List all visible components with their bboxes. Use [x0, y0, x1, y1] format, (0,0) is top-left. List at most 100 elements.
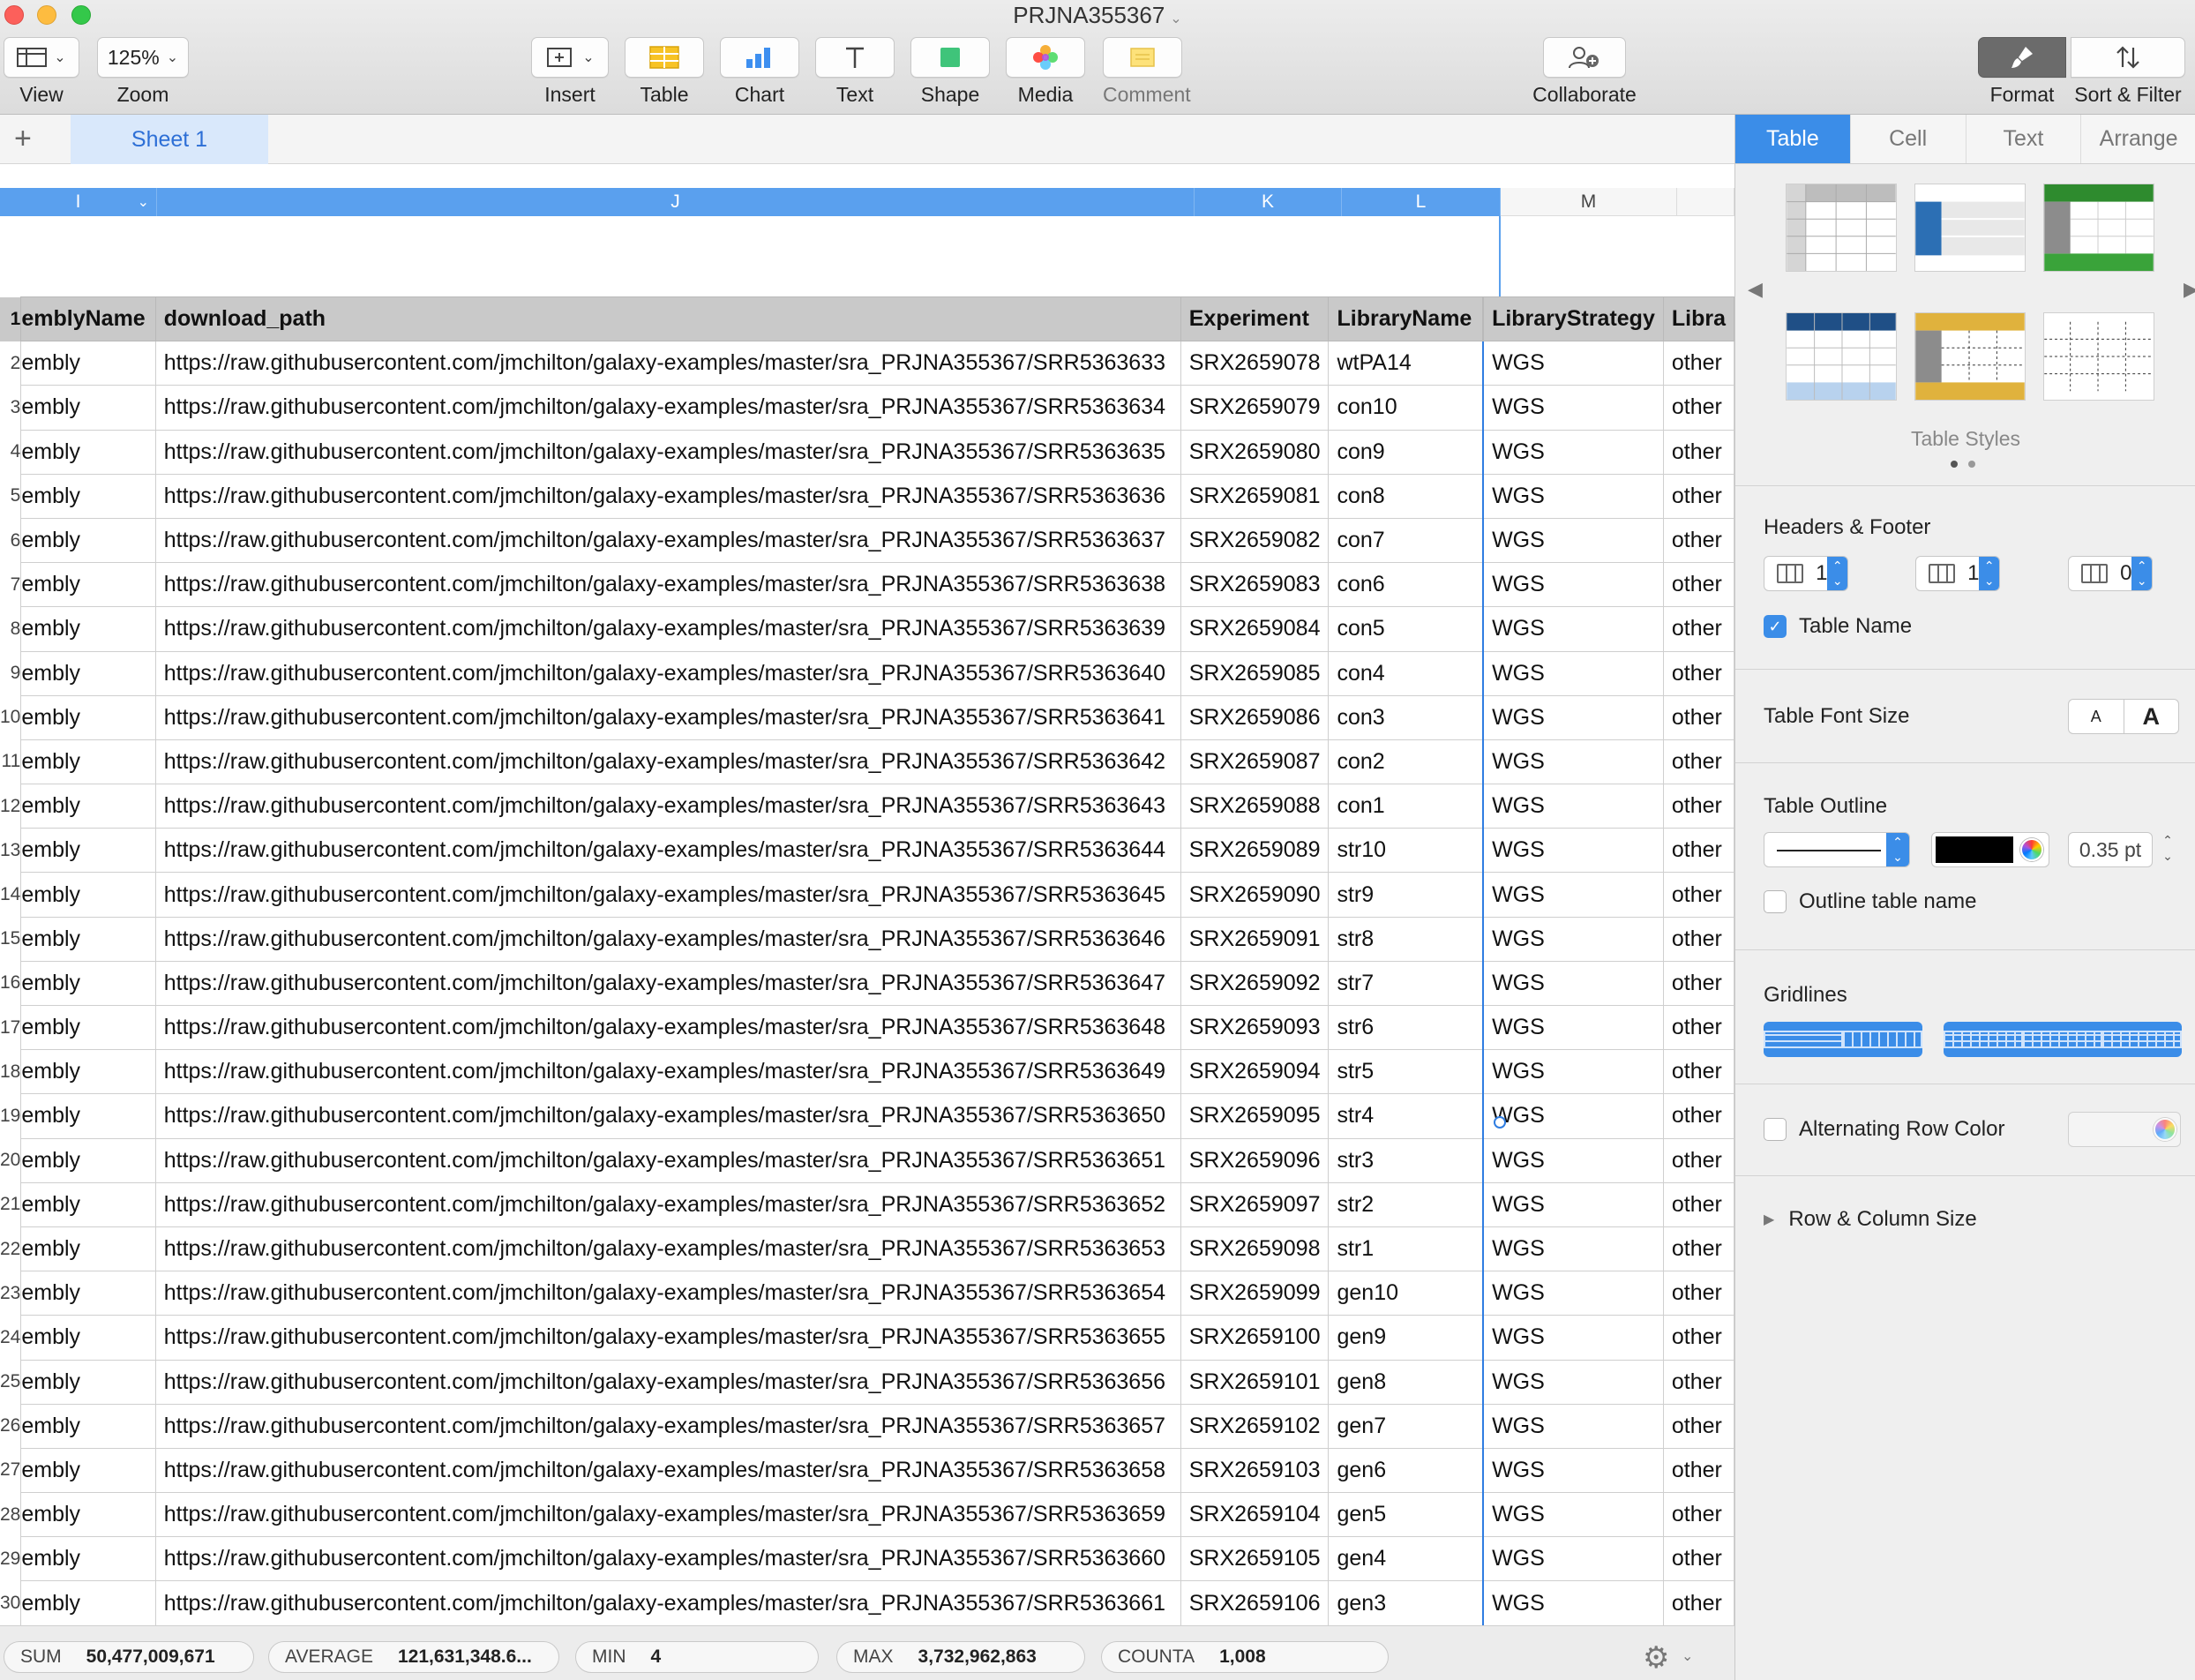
header-row-gridlines-button[interactable]	[1944, 1022, 2023, 1057]
cell-librarystrategy[interactable]: WGS	[1482, 1580, 1664, 1625]
cell-experiment[interactable]: SRX2659102	[1180, 1403, 1330, 1449]
cell-librarystrategy[interactable]: WGS	[1482, 606, 1664, 652]
zoom-menu[interactable]: 125% ⌄ Zoom	[97, 37, 189, 107]
cell-assemblyname[interactable]: embly	[20, 1492, 156, 1538]
column-header-n[interactable]	[1677, 188, 1734, 216]
cell-assemblyname[interactable]: embly	[20, 1226, 156, 1272]
stat-max[interactable]: MAX 3,732,962,863	[836, 1641, 1085, 1673]
table-style-navy[interactable]	[1786, 312, 1897, 401]
cell-download-path[interactable]: https://raw.githubusercontent.com/jmchil…	[154, 1359, 1181, 1405]
cell-download-path[interactable]: https://raw.githubusercontent.com/jmchil…	[154, 562, 1181, 608]
row-number[interactable]: 21	[0, 1182, 21, 1227]
text-tool[interactable]: Text	[815, 37, 895, 107]
sort-filter-button[interactable]	[2071, 37, 2185, 78]
cell-librarysource[interactable]: other	[1662, 1492, 1734, 1538]
cell-libraryname[interactable]: str7	[1328, 960, 1484, 1007]
cell-librarysource[interactable]: other	[1662, 429, 1734, 475]
cell-assemblyname[interactable]: embly	[20, 429, 156, 475]
cell-libraryname[interactable]: con9	[1328, 429, 1484, 475]
cell-librarystrategy[interactable]: WGS	[1482, 960, 1664, 1007]
format-tool[interactable]: Format	[1976, 37, 2068, 107]
outline-color-well[interactable]	[1931, 832, 2049, 867]
cell-libraryname[interactable]: str2	[1328, 1181, 1484, 1227]
media-tool[interactable]: Media	[1006, 37, 1085, 107]
header-cell-experiment[interactable]: Experiment	[1180, 296, 1330, 342]
table-tool[interactable]: Table	[625, 37, 704, 107]
decrease-font-button[interactable]: A	[2069, 700, 2124, 733]
cell-libraryname[interactable]: str9	[1328, 872, 1484, 918]
alternating-row-toggle[interactable]: Alternating Row Color	[1764, 1117, 2004, 1142]
cell-download-path[interactable]: https://raw.githubusercontent.com/jmchil…	[154, 694, 1181, 740]
cell-librarystrategy[interactable]: WGS	[1482, 1536, 1664, 1582]
cell-assemblyname[interactable]: embly	[20, 1447, 156, 1494]
cell-librarystrategy[interactable]: WGS	[1482, 341, 1664, 386]
cell-libraryname[interactable]: con7	[1328, 517, 1484, 564]
outline-name-checkbox[interactable]	[1764, 890, 1787, 913]
cell-librarystrategy[interactable]: WGS	[1482, 1447, 1664, 1494]
header-columns-stepper[interactable]: 1 ⌃ ⌄	[1915, 556, 2000, 591]
cell-librarysource[interactable]: other	[1662, 916, 1734, 962]
table-style-plain[interactable]	[2043, 312, 2154, 401]
row-number[interactable]: 14	[0, 872, 21, 918]
row-number[interactable]: 27	[0, 1448, 21, 1493]
cell-librarystrategy[interactable]: WGS	[1482, 562, 1664, 608]
cell-assemblyname[interactable]: embly	[20, 872, 156, 918]
chevron-down-icon[interactable]: ⌄	[138, 193, 149, 211]
comment-tool[interactable]: Comment	[1103, 37, 1191, 107]
format-button[interactable]	[1978, 37, 2066, 78]
stat-counta[interactable]: COUNTA 1,008	[1101, 1641, 1389, 1673]
row-number[interactable]: 17	[0, 1005, 21, 1050]
gear-icon[interactable]: ⚙	[1643, 1640, 1669, 1676]
spreadsheet-canvas[interactable]: I ⌄ J K L M 1 emblyName download_path Ex…	[0, 164, 1734, 1625]
cell-download-path[interactable]: https://raw.githubusercontent.com/jmchil…	[154, 1447, 1181, 1494]
cell-librarysource[interactable]: other	[1662, 1580, 1734, 1625]
tab-table[interactable]: Table	[1735, 115, 1851, 163]
row-number[interactable]: 13	[0, 828, 21, 873]
header-rows-stepper[interactable]: 1 ⌃ ⌄	[1764, 556, 1848, 591]
cell-librarysource[interactable]: other	[1662, 1049, 1734, 1095]
shape-button[interactable]	[910, 37, 990, 78]
cell-librarysource[interactable]: other	[1662, 1226, 1734, 1272]
cell-assemblyname[interactable]: embly	[20, 1580, 156, 1625]
table-name-checkbox[interactable]: ✓	[1764, 615, 1787, 638]
cell-librarystrategy[interactable]: WGS	[1482, 1093, 1664, 1139]
cell-experiment[interactable]: SRX2659086	[1180, 694, 1330, 740]
row-number[interactable]: 28	[0, 1492, 21, 1537]
cell-librarystrategy[interactable]: WGS	[1482, 473, 1664, 519]
page-dot[interactable]	[1968, 461, 1975, 468]
row-number[interactable]: 16	[0, 961, 21, 1006]
column-header-i[interactable]: I ⌄	[0, 188, 157, 216]
cell-assemblyname[interactable]: embly	[20, 341, 156, 386]
cell-assemblyname[interactable]: embly	[20, 960, 156, 1007]
sheet-tab-active[interactable]: Sheet 1	[71, 115, 268, 164]
cell-librarystrategy[interactable]: WGS	[1482, 1271, 1664, 1316]
cell-assemblyname[interactable]: embly	[20, 1004, 156, 1051]
cell-download-path[interactable]: https://raw.githubusercontent.com/jmchil…	[154, 739, 1181, 785]
cell-assemblyname[interactable]: embly	[20, 1271, 156, 1316]
outline-color-swatch[interactable]	[1936, 836, 2013, 863]
cell-download-path[interactable]: https://raw.githubusercontent.com/jmchil…	[154, 1004, 1181, 1051]
cell-libraryname[interactable]: con8	[1328, 473, 1484, 519]
header-cell-download-path[interactable]: download_path	[154, 296, 1181, 342]
cell-experiment[interactable]: SRX2659096	[1180, 1137, 1330, 1183]
stepper-arrows-icon[interactable]: ⌃ ⌄	[2131, 557, 2152, 590]
cell-libraryname[interactable]: str6	[1328, 1004, 1484, 1051]
cell-libraryname[interactable]: str1	[1328, 1226, 1484, 1272]
outline-width-field[interactable]: 0.35 pt	[2068, 832, 2153, 867]
column-header-k[interactable]: K	[1195, 188, 1342, 216]
row-number[interactable]: 20	[0, 1138, 21, 1183]
cell-libraryname[interactable]: con1	[1328, 784, 1484, 829]
cell-assemblyname[interactable]: embly	[20, 1359, 156, 1405]
cell-download-path[interactable]: https://raw.githubusercontent.com/jmchil…	[154, 650, 1181, 696]
cell-assemblyname[interactable]: embly	[20, 1093, 156, 1139]
cell-libraryname[interactable]: gen3	[1328, 1580, 1484, 1625]
cell-librarysource[interactable]: other	[1662, 562, 1734, 608]
cell-librarysource[interactable]: other	[1662, 739, 1734, 785]
header-cell-libraryname[interactable]: LibraryName	[1328, 296, 1484, 342]
alternating-row-color-well[interactable]	[2068, 1112, 2181, 1147]
cell-experiment[interactable]: SRX2659098	[1180, 1226, 1330, 1272]
row-number[interactable]: 11	[0, 739, 21, 784]
shape-tool[interactable]: Shape	[910, 37, 990, 107]
row-column-size-disclosure[interactable]: ▶ Row & Column Size	[1764, 1207, 1977, 1232]
table-name-toggle[interactable]: ✓ Table Name	[1764, 614, 1912, 639]
